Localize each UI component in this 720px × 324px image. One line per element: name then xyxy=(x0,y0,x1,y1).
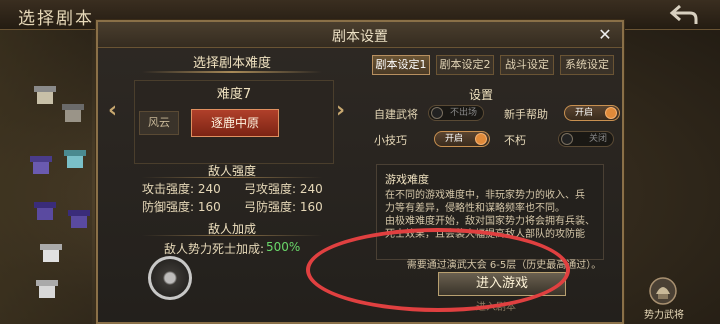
setting-label-immortal: 不朽 xyxy=(504,134,526,147)
difficulty-level: 难度7 xyxy=(216,87,252,102)
settings-heading: 设置 xyxy=(468,88,493,102)
divider xyxy=(142,235,322,236)
touch-indicator xyxy=(148,256,192,300)
tips-toggle[interactable]: 开启 xyxy=(434,131,490,147)
enemy-bonus-value: 500% xyxy=(266,240,301,254)
newbie-help-toggle[interactable]: 开启 xyxy=(564,105,620,121)
city-icon[interactable] xyxy=(30,156,52,174)
back-arrow-icon[interactable] xyxy=(668,2,700,28)
divider xyxy=(142,71,322,73)
divider xyxy=(142,177,322,178)
power-general-button[interactable]: 势力武将 xyxy=(632,276,712,322)
tab-scenario-settings-2[interactable]: 剧本设定2 xyxy=(436,55,494,75)
prev-difficulty-arrow-icon[interactable]: ‹ xyxy=(108,98,117,123)
description-line: 力等有差异，侵略性和谋略频率也不同。 xyxy=(385,203,565,214)
city-icon[interactable] xyxy=(62,104,84,122)
difficulty-selector: 难度7 风云 逐鹿中原 xyxy=(134,80,334,164)
page-title: 选择剧本 xyxy=(18,9,94,29)
next-difficulty-arrow-icon[interactable]: › xyxy=(336,98,345,123)
city-icon[interactable] xyxy=(64,150,86,168)
city-icon[interactable] xyxy=(34,202,56,220)
difficulty-option[interactable]: 风云 xyxy=(139,111,179,135)
setting-label-custom-general: 自建武将 xyxy=(374,108,418,121)
dialog-header: 剧本设置 ✕ xyxy=(98,22,622,48)
toggle-knob xyxy=(561,133,573,145)
toggle-state: 关闭 xyxy=(588,134,607,144)
bow-defense-strength: 弓防强度: 160 xyxy=(244,200,323,214)
toggle-knob xyxy=(475,133,487,145)
toggle-state: 不出场 xyxy=(449,108,477,118)
toggle-state: 开启 xyxy=(575,108,594,118)
description-line: 在不同的游戏难度中，非玩家势力的收入、兵 xyxy=(385,190,585,201)
dialog-title: 剧本设置 xyxy=(332,29,388,45)
toggle-knob xyxy=(605,107,617,119)
defense-strength: 防御强度: 160 xyxy=(142,200,221,214)
description-line: 由极难难度开始，敌对国家势力将会拥有兵装、 xyxy=(385,216,595,227)
attack-strength: 攻击强度: 240 xyxy=(142,182,221,196)
city-icon[interactable] xyxy=(36,280,58,298)
custom-general-toggle[interactable]: 不出场 xyxy=(428,105,484,121)
city-icon[interactable] xyxy=(40,244,62,262)
difficulty-option-selected[interactable]: 逐鹿中原 xyxy=(191,109,279,137)
tab-system-settings[interactable]: 系统设定 xyxy=(560,55,614,75)
difficulty-section-title: 选择剧本难度 xyxy=(192,56,271,71)
tab-scenario-settings-1[interactable]: 剧本设定1 xyxy=(372,55,430,75)
setting-label-newbie-help: 新手帮助 xyxy=(504,108,548,121)
city-icon[interactable] xyxy=(34,86,56,104)
setting-label-tips: 小技巧 xyxy=(374,134,407,147)
annotation-circle xyxy=(306,228,570,312)
power-general-label: 势力武将 xyxy=(644,310,684,321)
immortal-toggle[interactable]: 关闭 xyxy=(558,131,614,147)
close-button[interactable]: ✕ xyxy=(596,26,614,44)
enemy-bonus-label: 敌人势力死士加成: xyxy=(164,242,265,256)
city-icon[interactable] xyxy=(68,210,90,228)
general-helmet-icon xyxy=(649,277,677,305)
toggle-knob xyxy=(431,107,443,119)
toggle-state: 开启 xyxy=(445,134,464,144)
tab-battle-settings[interactable]: 战斗设定 xyxy=(500,55,554,75)
bow-attack-strength: 弓攻强度: 240 xyxy=(244,182,323,196)
description-title: 游戏难度 xyxy=(385,173,429,186)
